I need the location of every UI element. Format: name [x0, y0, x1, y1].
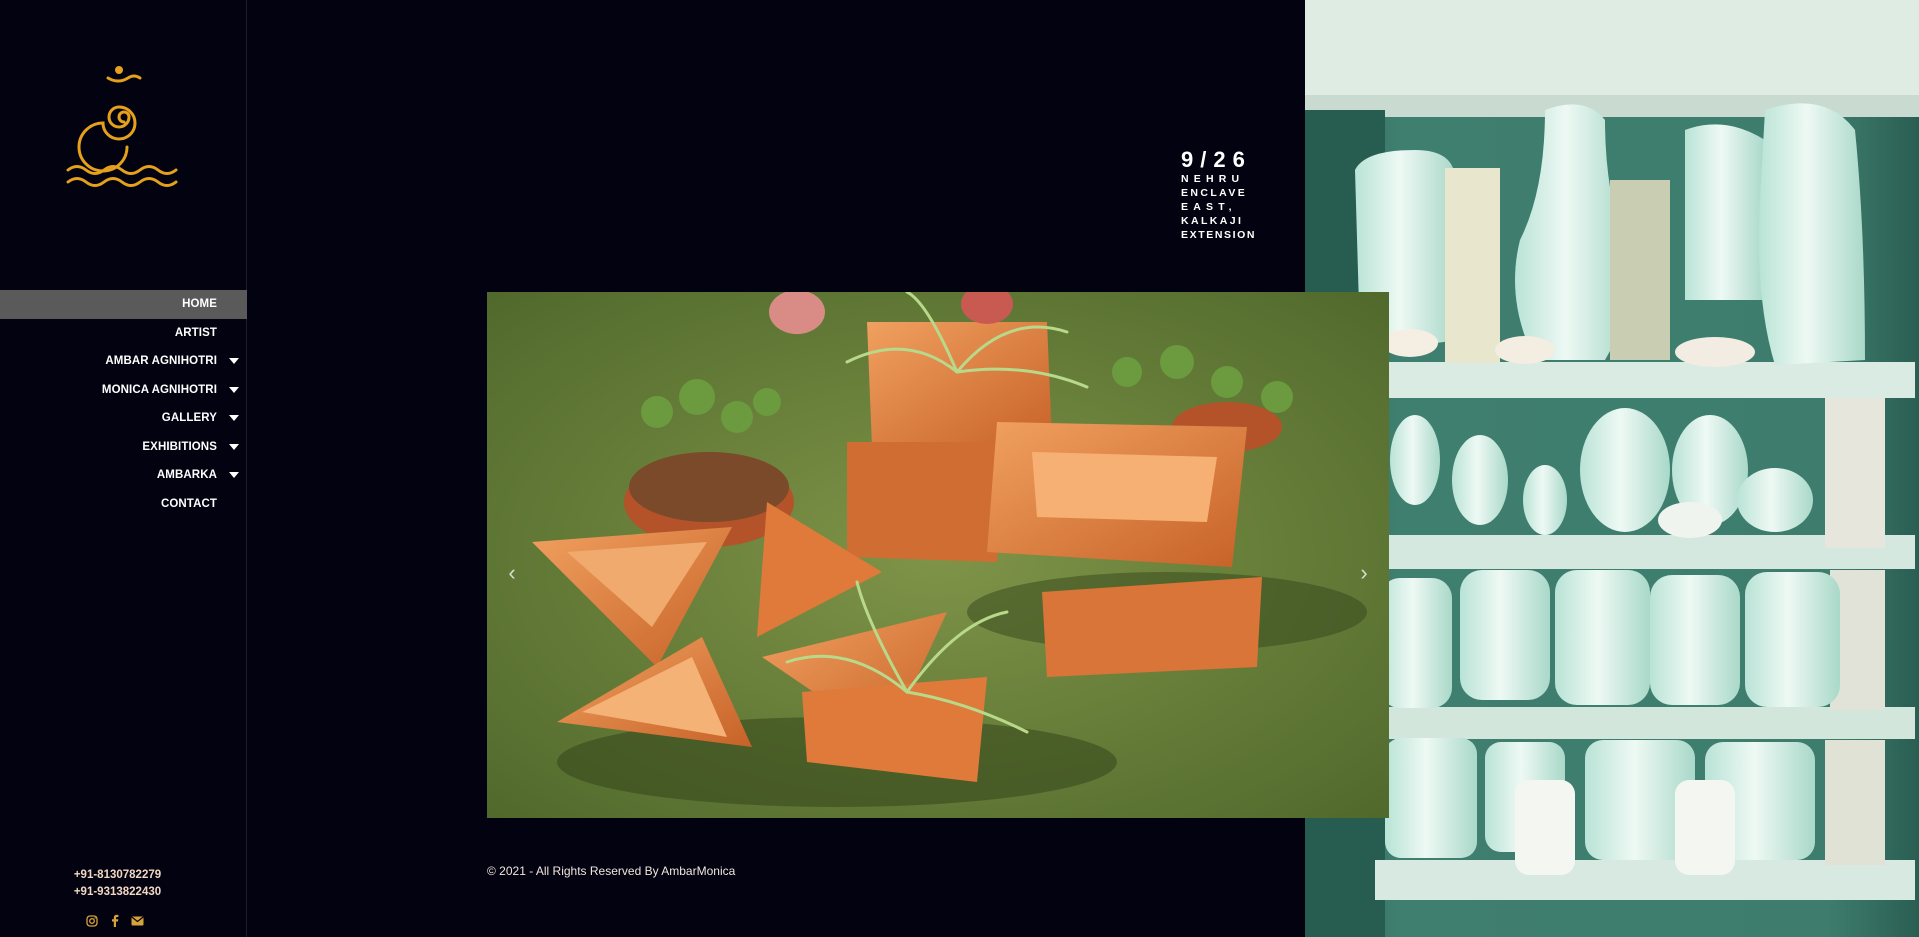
chevron-right-icon[interactable]: ›	[1354, 560, 1374, 586]
facebook-icon[interactable]	[108, 914, 121, 927]
caret-down-icon[interactable]	[229, 358, 239, 365]
logo-icon[interactable]	[66, 62, 184, 198]
nav-item-artist[interactable]: ARTIST	[0, 319, 247, 348]
address-line: KALKAJI	[1181, 215, 1244, 227]
slide-image	[487, 292, 1389, 818]
nav-item-monica-agnihotri[interactable]: MONICA AGNIHOTRI	[0, 376, 247, 405]
nav-item-ambar-agnihotri[interactable]: AMBAR AGNIHOTRI	[0, 347, 247, 376]
nav-item-gallery[interactable]: GALLERY	[0, 404, 247, 433]
address-line: ENCLAVE	[1181, 187, 1248, 199]
caret-down-icon[interactable]	[229, 386, 239, 393]
nav-item-exhibitions[interactable]: EXHIBITIONS	[0, 433, 247, 462]
chevron-left-icon[interactable]: ‹	[502, 560, 522, 586]
phone-link[interactable]: +91-8130782279	[0, 867, 235, 884]
address-line: EAST,	[1181, 201, 1237, 213]
pottery-shelf-photo	[1305, 0, 1919, 937]
caret-down-icon[interactable]	[229, 415, 239, 422]
address-line: NEHRU	[1181, 173, 1245, 185]
caret-down-icon[interactable]	[229, 472, 239, 479]
address-number: 9/26	[1181, 147, 1252, 172]
envelope-icon[interactable]	[131, 914, 144, 927]
main-nav: HOME ARTIST AMBAR AGNIHOTRI MONICA AGNIH…	[0, 290, 247, 518]
instagram-icon[interactable]	[85, 914, 98, 927]
contact-phones: +91-8130782279 +91-9313822430	[0, 867, 235, 901]
social-links	[85, 914, 144, 927]
address-block: 9/26 NEHRU ENCLAVE EAST, KALKAJI EXTENSI…	[1181, 148, 1267, 242]
nav-item-home[interactable]: HOME	[0, 290, 247, 319]
image-slider[interactable]	[487, 292, 1389, 818]
copyright-text: © 2021 - All Rights Reserved By AmbarMon…	[487, 864, 736, 878]
nav-item-contact[interactable]: CONTACT	[0, 490, 247, 519]
address-line: EXTENSION	[1181, 229, 1257, 241]
sidebar: HOME ARTIST AMBAR AGNIHOTRI MONICA AGNIH…	[0, 0, 247, 937]
nav-item-ambarka[interactable]: AMBARKA	[0, 461, 247, 490]
phone-link[interactable]: +91-9313822430	[0, 884, 235, 901]
caret-down-icon[interactable]	[229, 443, 239, 450]
